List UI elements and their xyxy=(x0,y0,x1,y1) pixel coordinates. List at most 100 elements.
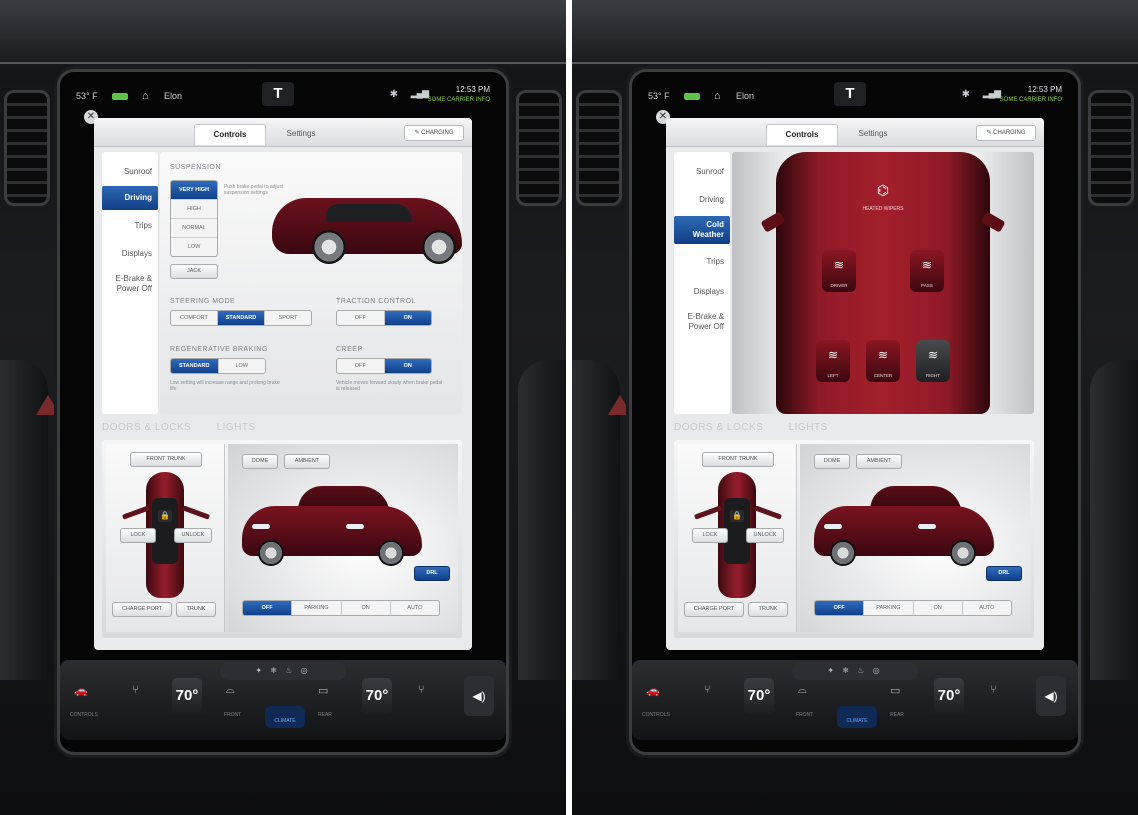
regen-option[interactable]: STANDARD xyxy=(171,359,219,373)
driver-profile[interactable]: Elon xyxy=(736,91,796,101)
unlock-button[interactable]: UNLOCK xyxy=(174,528,212,543)
climate-auto-button[interactable]: CLIMATE xyxy=(265,706,305,728)
nav-displays[interactable]: Displays xyxy=(674,282,730,302)
ambient-button[interactable]: AMBIENT xyxy=(856,454,902,469)
lock-button[interactable]: LOCK xyxy=(120,528,156,543)
nav-trips[interactable]: Trips xyxy=(102,216,158,236)
steering-option[interactable]: SPORT xyxy=(265,311,311,325)
speaker-icon[interactable]: ◀) xyxy=(1036,676,1066,716)
car-icon[interactable]: 🚗 xyxy=(74,684,88,697)
home-icon[interactable]: ⌂ xyxy=(142,90,156,102)
bluetooth-icon[interactable]: ✱ xyxy=(962,89,970,100)
lock-icon: 🔒 xyxy=(158,510,172,522)
suspension-option[interactable]: VERY HIGH xyxy=(171,181,217,200)
tab-controls[interactable]: Controls xyxy=(766,124,838,145)
traction-option[interactable]: OFF xyxy=(337,311,385,325)
front-trunk-button[interactable]: FRONT TRUNK xyxy=(702,452,774,467)
headlight-option[interactable]: ON xyxy=(342,601,391,615)
charge-port-button[interactable]: CHARGE PORT xyxy=(112,602,172,617)
passenger-temp[interactable]: 70° xyxy=(934,678,964,714)
headlight-option[interactable]: OFF xyxy=(243,601,293,615)
driver-temp[interactable]: 70° xyxy=(172,678,202,714)
seat-passenger[interactable]: ≋ PASS xyxy=(910,250,944,292)
climate-auto-button[interactable]: CLIMATE xyxy=(837,706,877,728)
front-trunk-button[interactable]: FRONT TRUNK xyxy=(130,452,202,467)
nav-driving[interactable]: Driving xyxy=(102,186,158,210)
seat-rear-left[interactable]: ≋ LEFT xyxy=(816,340,850,382)
trunk-button[interactable]: TRUNK xyxy=(176,602,216,617)
drl-button[interactable]: DRL xyxy=(414,566,450,581)
suspension-option[interactable]: HIGH xyxy=(171,200,217,219)
trunk-button[interactable]: TRUNK xyxy=(748,602,788,617)
rear-defrost-icon[interactable]: ▭ xyxy=(890,684,900,697)
suspension-title: SUSPENSION xyxy=(170,164,221,171)
door-front-right[interactable] xyxy=(181,505,211,520)
jack-button[interactable]: JACK xyxy=(170,264,218,279)
regen-option[interactable]: LOW xyxy=(219,359,266,373)
photo-right: 53° F ⌂ Elon T ✱ ▂▄▆ 12:53 PM SOME CARRI… xyxy=(572,0,1138,815)
tab-settings[interactable]: Settings xyxy=(838,124,908,144)
headlight-option[interactable]: AUTO xyxy=(391,601,439,615)
seat-rear-center[interactable]: ≋ CENTER xyxy=(866,340,900,382)
traction-option[interactable]: ON xyxy=(384,311,431,325)
seat-label: LEFT xyxy=(827,373,839,378)
nav-cold-weather[interactable]: Cold Weather xyxy=(674,216,730,244)
doors-locks-title: DOORS & LOCKS xyxy=(674,422,764,433)
dome-button[interactable]: DOME xyxy=(814,454,850,469)
seat-rear-right[interactable]: ≋ RIGHT xyxy=(916,340,950,382)
side-nav: Sunroof Driving Cold Weather Trips Displ… xyxy=(674,152,730,414)
hazard-icon[interactable] xyxy=(36,395,60,415)
tesla-logo-icon[interactable]: T xyxy=(834,82,866,106)
ambient-button[interactable]: AMBIENT xyxy=(284,454,330,469)
headlight-option[interactable]: ON xyxy=(914,601,963,615)
seat-heater-icon[interactable]: ⑂ xyxy=(704,684,711,696)
car-icon[interactable]: 🚗 xyxy=(646,684,660,697)
speaker-icon[interactable]: ◀) xyxy=(464,676,494,716)
charging-chip[interactable]: ✎ CHARGING xyxy=(404,125,464,141)
seat-heater-icon[interactable]: ⑂ xyxy=(418,684,425,696)
nav-trips[interactable]: Trips xyxy=(674,252,730,272)
suspension-option[interactable]: LOW xyxy=(171,238,217,256)
nav-driving[interactable]: Driving xyxy=(674,190,730,210)
tab-controls[interactable]: Controls xyxy=(194,124,266,145)
headlight-option[interactable]: AUTO xyxy=(963,601,1011,615)
drl-button[interactable]: DRL xyxy=(986,566,1022,581)
passenger-temp[interactable]: 70° xyxy=(362,678,392,714)
steering-option[interactable]: STANDARD xyxy=(218,311,265,325)
door-front-right[interactable] xyxy=(753,505,783,520)
headlight-option[interactable]: PARKING xyxy=(864,601,914,615)
driver-temp[interactable]: 70° xyxy=(744,678,774,714)
heated-wiper-icon[interactable]: ⌬ xyxy=(868,182,898,206)
nav-ebrake[interactable]: E-Brake & Power Off xyxy=(102,274,158,298)
unlock-button[interactable]: UNLOCK xyxy=(746,528,784,543)
seat-heater-icon[interactable]: ⑂ xyxy=(990,684,997,696)
seat-driver[interactable]: ≋ DRIVER xyxy=(822,250,856,292)
lower-section-titles: DOORS & LOCKS LIGHTS xyxy=(102,422,256,433)
lock-button[interactable]: LOCK xyxy=(692,528,728,543)
front-defrost-icon[interactable]: ⌓ xyxy=(226,684,235,697)
bluetooth-icon[interactable]: ✱ xyxy=(390,89,398,100)
creep-option[interactable]: OFF xyxy=(337,359,385,373)
climate-mode-pod[interactable]: ✦ ❄ ♨ ◎ xyxy=(220,662,346,680)
climate-mode-pod[interactable]: ✦ ❄ ♨ ◎ xyxy=(792,662,918,680)
nav-sunroof[interactable]: Sunroof xyxy=(102,162,158,182)
nav-ebrake[interactable]: E-Brake & Power Off xyxy=(674,312,730,336)
creep-option[interactable]: ON xyxy=(384,359,431,373)
nav-sunroof[interactable]: Sunroof xyxy=(674,162,730,182)
tesla-logo-icon[interactable]: T xyxy=(262,82,294,106)
steering-option[interactable]: COMFORT xyxy=(171,311,218,325)
seat-heater-icon[interactable]: ⑂ xyxy=(132,684,139,696)
nav-displays[interactable]: Displays xyxy=(102,244,158,264)
suspension-option[interactable]: NORMAL xyxy=(171,219,217,238)
dome-button[interactable]: DOME xyxy=(242,454,278,469)
charge-port-button[interactable]: CHARGE PORT xyxy=(684,602,744,617)
rear-defrost-icon[interactable]: ▭ xyxy=(318,684,328,697)
front-defrost-icon[interactable]: ⌓ xyxy=(798,684,807,697)
hazard-icon[interactable] xyxy=(608,395,632,415)
home-icon[interactable]: ⌂ xyxy=(714,90,728,102)
charging-chip[interactable]: ✎ CHARGING xyxy=(976,125,1036,141)
tab-settings[interactable]: Settings xyxy=(266,124,336,144)
headlight-option[interactable]: PARKING xyxy=(292,601,342,615)
driver-profile[interactable]: Elon xyxy=(164,91,224,101)
headlight-option[interactable]: OFF xyxy=(815,601,865,615)
